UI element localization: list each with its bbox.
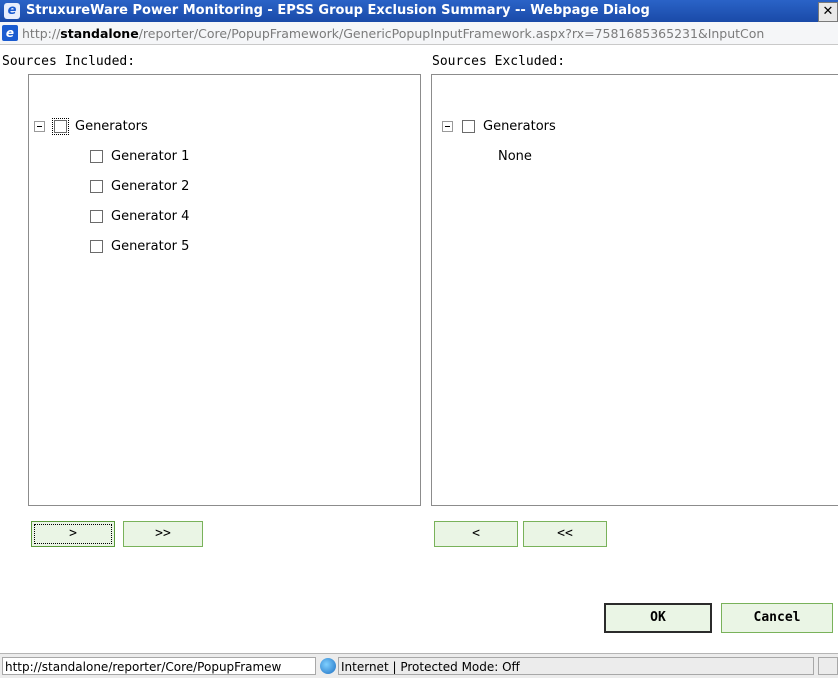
collapse-toggle[interactable]: [442, 121, 453, 132]
status-panel: [818, 657, 838, 675]
security-zone: Internet | Protected Mode: Off: [338, 657, 814, 675]
sources-included-label: Sources Included:: [2, 54, 136, 69]
move-all-right-button[interactable]: >>: [123, 521, 203, 547]
sources-included-list[interactable]: Generators Generator 1 Generator 2 Gener…: [28, 74, 421, 506]
generator-checkbox[interactable]: [90, 150, 103, 163]
ie-logo-icon: e: [4, 3, 20, 19]
empty-list-text: None: [498, 149, 532, 164]
move-right-button[interactable]: >: [31, 521, 115, 547]
title-bar: e StruxureWare Power Monitoring - EPSS G…: [0, 0, 838, 22]
list-item[interactable]: Generator 1: [90, 149, 189, 164]
page-icon: e: [2, 25, 18, 41]
list-item-label: Generator 4: [111, 209, 190, 224]
ok-button[interactable]: OK: [604, 603, 712, 633]
globe-icon: [320, 658, 336, 674]
list-item-label: Generator 2: [111, 179, 190, 194]
address-url: http://standalone/reporter/Core/PopupFra…: [22, 26, 765, 41]
move-all-left-button[interactable]: <<: [523, 521, 607, 547]
generator-checkbox[interactable]: [90, 210, 103, 223]
list-item-label: Generator 1: [111, 149, 190, 164]
list-item[interactable]: Generator 5: [90, 239, 189, 254]
tree-group-label: Generators: [75, 119, 148, 134]
tree-row-generators[interactable]: Generators: [34, 118, 148, 135]
tree-row-generators[interactable]: Generators: [442, 119, 556, 134]
list-item-label: Generator 5: [111, 239, 190, 254]
cancel-button[interactable]: Cancel: [721, 603, 833, 633]
sources-excluded-label: Sources Excluded:: [432, 54, 566, 69]
list-item[interactable]: Generator 2: [90, 179, 189, 194]
close-button[interactable]: ✕: [818, 2, 838, 22]
address-bar: e http://standalone/reporter/Core/PopupF…: [0, 22, 838, 45]
window-title: StruxureWare Power Monitoring - EPSS Gro…: [26, 3, 650, 18]
sources-excluded-list[interactable]: Generators None: [431, 74, 838, 506]
generators-checkbox[interactable]: [52, 118, 69, 135]
generator-checkbox[interactable]: [90, 180, 103, 193]
generator-checkbox[interactable]: [90, 240, 103, 253]
move-left-button[interactable]: <: [434, 521, 518, 547]
list-item[interactable]: Generator 4: [90, 209, 189, 224]
generators-checkbox[interactable]: [462, 120, 475, 133]
tree-group-label: Generators: [483, 119, 556, 134]
status-bar: http://standalone/reporter/Core/PopupFra…: [0, 653, 838, 678]
collapse-toggle[interactable]: [34, 121, 45, 132]
status-url: http://standalone/reporter/Core/PopupFra…: [2, 657, 316, 675]
